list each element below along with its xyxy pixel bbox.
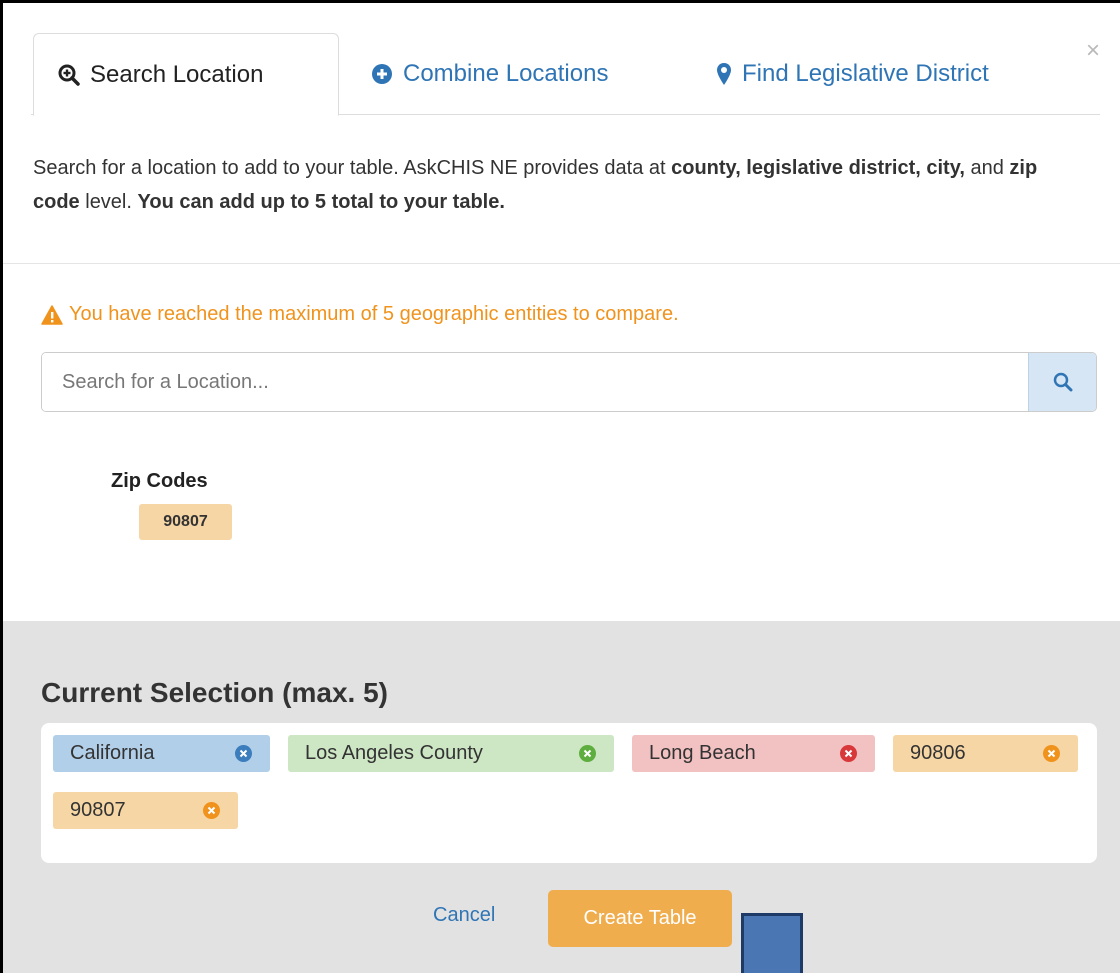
- plus-circle-icon: [371, 63, 393, 85]
- search-icon: [1053, 372, 1072, 392]
- chip-label: Los Angeles County: [305, 742, 483, 764]
- remove-icon[interactable]: [840, 745, 857, 762]
- zip-codes-heading: Zip Codes: [111, 470, 208, 492]
- chip-label: California: [70, 742, 155, 764]
- intro-text: Search for a location to add to your tab…: [33, 151, 1073, 219]
- warning-icon: [41, 304, 63, 325]
- remove-icon[interactable]: [203, 802, 220, 819]
- selection-chip-long-beach: Long Beach: [632, 735, 875, 772]
- cancel-button[interactable]: Cancel: [433, 904, 495, 927]
- tab-bar: Search Location Combine Locations Find L…: [31, 33, 1100, 116]
- max-warning: You have reached the maximum of 5 geogra…: [41, 303, 679, 326]
- divider: [3, 263, 1120, 264]
- tab-label: Find Legislative District: [742, 60, 989, 87]
- intro-text-part: Search for a location to add to your tab…: [33, 157, 672, 179]
- intro-bold-levels: county, legislative district, city,: [671, 157, 965, 179]
- search-bar: [41, 352, 1097, 412]
- search-button[interactable]: [1028, 353, 1096, 411]
- remove-icon[interactable]: [1043, 745, 1060, 762]
- zoom-in-icon: [58, 64, 80, 86]
- highlight-marker: [741, 913, 803, 973]
- map-marker-icon: [716, 62, 732, 86]
- search-input[interactable]: [42, 353, 1028, 411]
- create-table-button[interactable]: Create Table: [548, 890, 732, 947]
- chip-label: Long Beach: [649, 742, 756, 764]
- current-selection-title: Current Selection (max. 5): [41, 677, 388, 708]
- intro-text-part: level.: [79, 191, 138, 213]
- selection-box: California Los Angeles County Long Beach…: [41, 723, 1097, 863]
- tab-combine-locations[interactable]: Combine Locations: [371, 33, 608, 115]
- location-modal: Search Location Combine Locations Find L…: [0, 0, 1120, 973]
- tab-label: Search Location: [90, 60, 264, 88]
- chip-label: 90806: [910, 742, 966, 764]
- warning-text: You have reached the maximum of 5 geogra…: [69, 303, 679, 325]
- close-icon[interactable]: ×: [1086, 37, 1100, 65]
- selection-chip-90807: 90807: [53, 792, 238, 829]
- tab-search-location[interactable]: Search Location: [33, 33, 339, 116]
- selection-chip-90806: 90806: [893, 735, 1078, 772]
- selection-chip-los-angeles-county: Los Angeles County: [288, 735, 614, 772]
- intro-text-part: and: [964, 157, 1010, 179]
- remove-icon[interactable]: [579, 745, 596, 762]
- remove-icon[interactable]: [235, 745, 252, 762]
- tab-label: Combine Locations: [403, 60, 609, 87]
- chip-label: 90807: [70, 799, 126, 821]
- intro-bold-limit: You can add up to 5 total to your table.: [137, 191, 505, 213]
- tab-find-legislative-district[interactable]: Find Legislative District: [716, 33, 989, 115]
- current-selection-panel: Current Selection (max. 5) California Lo…: [3, 621, 1120, 973]
- zip-code-result[interactable]: 90807: [139, 504, 232, 540]
- selection-chip-california: California: [53, 735, 270, 772]
